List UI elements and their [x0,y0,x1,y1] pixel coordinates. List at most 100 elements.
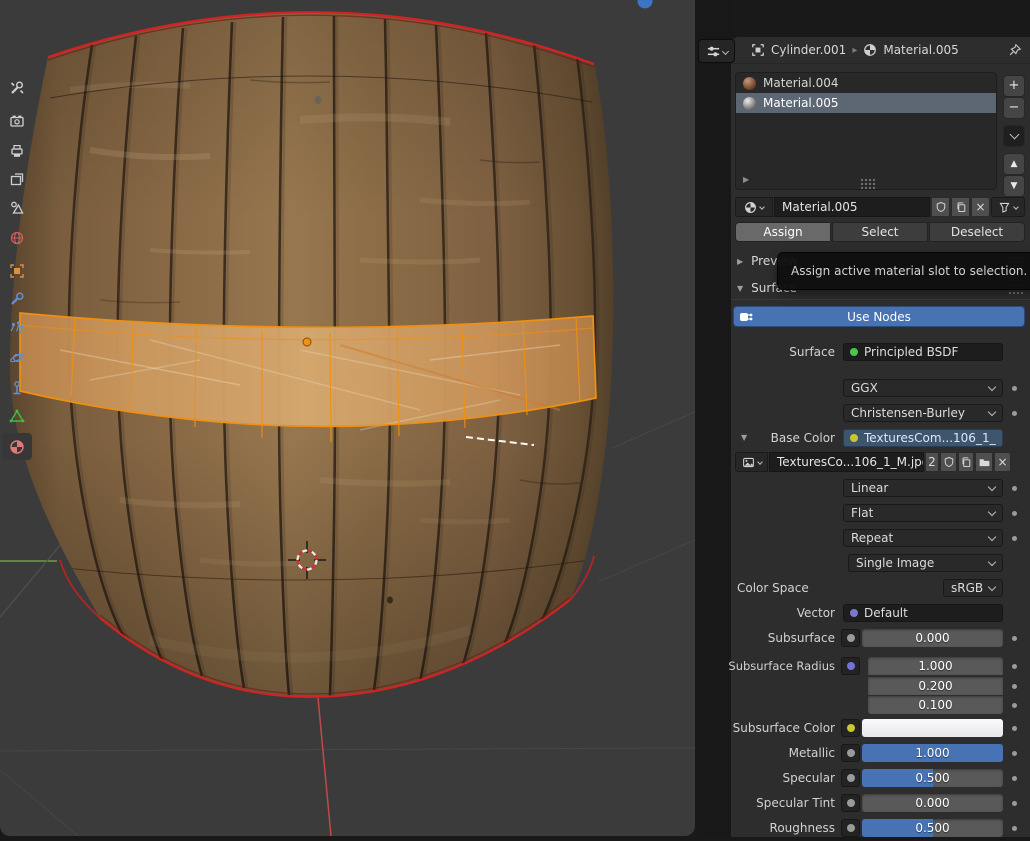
new-material-copy-button[interactable] [951,197,970,217]
radius-y-field[interactable]: 0.200 [868,677,1003,695]
image-icon [742,456,755,469]
chevron-down-icon [1009,130,1019,140]
subsurface-radius-socket[interactable] [841,657,860,675]
pin-icon[interactable] [1008,43,1022,57]
roughness-socket[interactable] [841,819,860,837]
keyframe-dot[interactable] [1012,826,1017,831]
browse-image-button[interactable] [735,452,768,472]
keyframe-dot[interactable] [1012,776,1017,781]
keyframe-dot[interactable] [1012,684,1017,689]
tab-scene[interactable] [2,194,32,221]
list-filter-expand-icon[interactable]: ▶ [743,175,749,184]
tab-world[interactable] [2,224,32,251]
image-fake-user-button[interactable] [940,452,957,472]
tab-output[interactable] [2,137,32,164]
material-slot-list: Material.004 Material.005 [735,72,997,190]
subsurface-color-socket[interactable] [841,719,860,737]
chevron-down-icon [759,204,765,210]
deselect-button[interactable]: Deselect [929,222,1025,242]
subsurface-color-swatch[interactable] [862,719,1003,737]
fake-user-button[interactable] [931,197,950,217]
chevron-down-icon [988,383,996,391]
breadcrumb-material[interactable]: Material.005 [883,43,958,57]
tab-physics[interactable] [2,344,32,371]
material-datablock-row: Material.005 × [735,197,1025,217]
keyframe-dot[interactable] [1012,664,1017,669]
base-color-link-button[interactable]: TexturesCom...106_1_M.jpg [843,429,1003,447]
material-name-field[interactable]: Material.005 [774,197,930,217]
tab-constraints[interactable] [2,374,32,401]
material-slot-row[interactable]: Material.004 [736,73,996,93]
radius-z-field[interactable]: 0.100 [868,696,1003,714]
color-space-label: Color Space [737,581,809,595]
select-button[interactable]: Select [832,222,928,242]
image-copy-button[interactable] [958,452,974,472]
chevron-down-icon [1013,204,1019,210]
tab-object-data[interactable] [2,402,32,429]
keyframe-dot[interactable] [1012,726,1017,731]
tab-view-layer[interactable] [2,165,32,192]
remove-slot-button[interactable]: − [1003,97,1025,119]
surface-shader-button[interactable]: Principled BSDF [843,343,1003,361]
chevron-down-icon [988,583,996,591]
subsurface-method-dropdown[interactable]: Christensen-Burley [843,404,1003,422]
metallic-slider[interactable]: 1.000 [862,744,1003,762]
image-users-count-button[interactable]: 2 [925,452,939,472]
assign-button[interactable]: Assign [735,222,831,242]
specular-tint-slider[interactable]: 0.000 [862,794,1003,812]
radius-x-field[interactable]: 1.000 [868,657,1003,675]
funnel-icon [998,201,1011,214]
specular-slider[interactable]: 0.500 [862,769,1003,787]
specials-filter-button[interactable] [991,197,1025,217]
keyframe-dot[interactable] [1012,801,1017,806]
move-slot-up-button[interactable]: ▲ [1003,153,1025,175]
tab-active-tool[interactable] [2,74,32,101]
interpolation-dropdown[interactable]: Linear [843,479,1003,497]
list-resize-grip[interactable] [860,178,877,189]
specular-socket[interactable] [841,769,860,787]
image-name-field[interactable]: TexturesCo...106_1_M.jpg [769,452,924,472]
x-axis-line [318,698,331,836]
3d-viewport[interactable] [0,0,695,836]
extension-dropdown[interactable]: Repeat [843,529,1003,547]
subsurface-slider[interactable]: 0.000 [862,629,1003,647]
keyframe-dot[interactable] [1012,536,1017,541]
base-color-label: Base Color [695,431,835,445]
tab-particles[interactable] [2,314,32,341]
tab-modifiers[interactable] [2,285,32,312]
color-space-dropdown[interactable]: sRGB [943,579,1003,597]
editor-type-button[interactable] [698,39,735,63]
breadcrumb-object[interactable]: Cylinder.001 [771,43,846,57]
source-dropdown[interactable]: Single Image [848,554,1003,572]
unlink-image-button[interactable]: × [994,452,1011,472]
browse-material-button[interactable] [735,197,773,217]
open-image-button[interactable] [975,452,993,472]
projection-dropdown[interactable]: Flat [843,504,1003,522]
breadcrumb: Cylinder.001 ▸ Material.005 [731,37,1030,64]
roughness-slider[interactable]: 0.500 [862,819,1003,837]
keyframe-dot[interactable] [1012,486,1017,491]
tab-material[interactable] [2,433,32,460]
keyframe-dot[interactable] [1012,703,1017,708]
keyframe-dot[interactable] [1012,751,1017,756]
unlink-material-button[interactable]: × [971,197,990,217]
use-nodes-button[interactable]: Use Nodes [733,306,1025,327]
keyframe-dot[interactable] [1012,386,1017,391]
material-slot-row-selected[interactable]: Material.005 [736,93,996,113]
vector-link-button[interactable]: Default [843,604,1003,622]
value-socket-dot [847,824,855,832]
distribution-dropdown[interactable]: GGX [843,379,1003,397]
move-slot-down-button[interactable]: ▼ [1003,175,1025,197]
navigation-gizmo-dot[interactable] [638,0,653,9]
add-slot-button[interactable]: + [1003,75,1025,97]
keyframe-dot[interactable] [1012,411,1017,416]
slot-specials-menu-button[interactable] [1003,125,1025,147]
keyframe-dot[interactable] [1012,511,1017,516]
vector-socket-dot [847,662,855,670]
subsurface-socket[interactable] [841,629,860,647]
specular-tint-socket[interactable] [841,794,860,812]
keyframe-dot[interactable] [1012,636,1017,641]
tab-render[interactable] [2,107,32,134]
metallic-socket[interactable] [841,744,860,762]
tab-object[interactable] [2,257,32,284]
